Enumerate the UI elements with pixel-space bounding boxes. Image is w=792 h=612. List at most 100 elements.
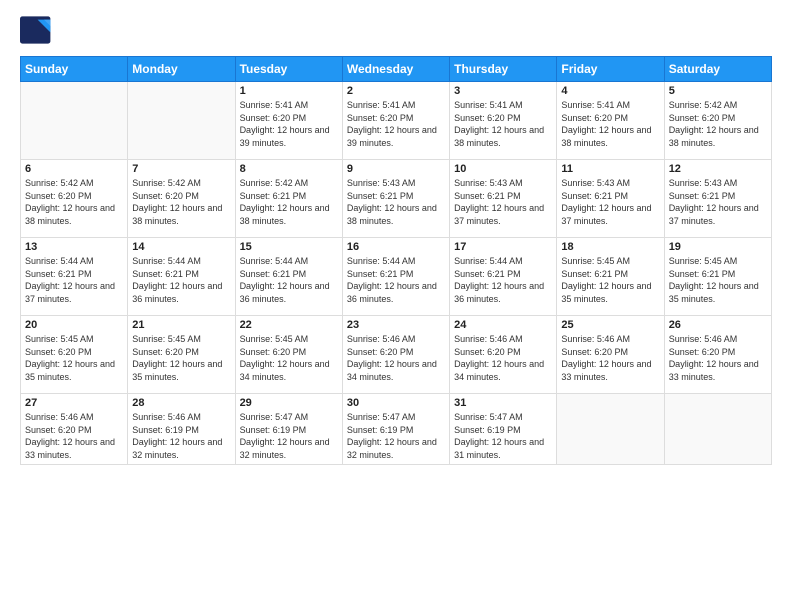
weekday-header: Wednesday bbox=[342, 57, 449, 82]
day-info: Sunrise: 5:41 AM Sunset: 6:20 PM Dayligh… bbox=[347, 99, 445, 149]
calendar-day-cell bbox=[664, 394, 771, 465]
calendar-day-cell: 4 Sunrise: 5:41 AM Sunset: 6:20 PM Daylig… bbox=[557, 82, 664, 160]
day-number: 8 bbox=[240, 163, 338, 175]
day-number: 1 bbox=[240, 85, 338, 97]
day-info: Sunrise: 5:44 AM Sunset: 6:21 PM Dayligh… bbox=[240, 255, 338, 305]
day-info: Sunrise: 5:46 AM Sunset: 6:20 PM Dayligh… bbox=[347, 333, 445, 383]
calendar-day-cell: 24 Sunrise: 5:46 AM Sunset: 6:20 PM Dayli… bbox=[450, 316, 557, 394]
page: SundayMondayTuesdayWednesdayThursdayFrid… bbox=[0, 0, 792, 612]
weekday-header: Sunday bbox=[21, 57, 128, 82]
day-number: 31 bbox=[454, 397, 552, 409]
day-info: Sunrise: 5:46 AM Sunset: 6:20 PM Dayligh… bbox=[25, 411, 123, 461]
calendar-day-cell: 26 Sunrise: 5:46 AM Sunset: 6:20 PM Dayli… bbox=[664, 316, 771, 394]
calendar-day-cell: 19 Sunrise: 5:45 AM Sunset: 6:21 PM Dayli… bbox=[664, 238, 771, 316]
calendar-table: SundayMondayTuesdayWednesdayThursdayFrid… bbox=[20, 56, 772, 465]
day-info: Sunrise: 5:44 AM Sunset: 6:21 PM Dayligh… bbox=[454, 255, 552, 305]
day-info: Sunrise: 5:43 AM Sunset: 6:21 PM Dayligh… bbox=[454, 177, 552, 227]
day-number: 15 bbox=[240, 241, 338, 253]
day-number: 10 bbox=[454, 163, 552, 175]
calendar-week-row: 13 Sunrise: 5:44 AM Sunset: 6:21 PM Dayli… bbox=[21, 238, 772, 316]
calendar-day-cell: 8 Sunrise: 5:42 AM Sunset: 6:21 PM Daylig… bbox=[235, 160, 342, 238]
day-number: 16 bbox=[347, 241, 445, 253]
day-info: Sunrise: 5:46 AM Sunset: 6:20 PM Dayligh… bbox=[561, 333, 659, 383]
day-number: 30 bbox=[347, 397, 445, 409]
header bbox=[20, 16, 772, 44]
day-number: 26 bbox=[669, 319, 767, 331]
day-info: Sunrise: 5:47 AM Sunset: 6:19 PM Dayligh… bbox=[454, 411, 552, 461]
calendar-day-cell: 14Sunrise: 5:44 AM Sunset: 6:21 PM Dayli… bbox=[128, 238, 235, 316]
calendar-day-cell: 21 Sunrise: 5:45 AM Sunset: 6:20 PM Dayli… bbox=[128, 316, 235, 394]
day-number: 19 bbox=[669, 241, 767, 253]
day-number: 5 bbox=[669, 85, 767, 97]
calendar-day-cell: 17 Sunrise: 5:44 AM Sunset: 6:21 PM Dayli… bbox=[450, 238, 557, 316]
day-info: Sunrise: 5:43 AM Sunset: 6:21 PM Dayligh… bbox=[669, 177, 767, 227]
day-info: Sunrise: 5:47 AM Sunset: 6:19 PM Dayligh… bbox=[240, 411, 338, 461]
calendar-day-cell: 1 Sunrise: 5:41 AM Sunset: 6:20 PM Daylig… bbox=[235, 82, 342, 160]
calendar-day-cell: 18Sunrise: 5:45 AM Sunset: 6:21 PM Dayli… bbox=[557, 238, 664, 316]
day-info: Sunrise: 5:42 AM Sunset: 6:21 PM Dayligh… bbox=[240, 177, 338, 227]
calendar-week-row: 20Sunrise: 5:45 AM Sunset: 6:20 PM Dayli… bbox=[21, 316, 772, 394]
day-info: Sunrise: 5:42 AM Sunset: 6:20 PM Dayligh… bbox=[25, 177, 123, 227]
calendar-day-cell: 6Sunrise: 5:42 AM Sunset: 6:20 PM Daylig… bbox=[21, 160, 128, 238]
day-info: Sunrise: 5:45 AM Sunset: 6:20 PM Dayligh… bbox=[240, 333, 338, 383]
day-number: 18 bbox=[561, 241, 659, 253]
calendar-day-cell: 13 Sunrise: 5:44 AM Sunset: 6:21 PM Dayli… bbox=[21, 238, 128, 316]
day-number: 2 bbox=[347, 85, 445, 97]
weekday-header: Monday bbox=[128, 57, 235, 82]
calendar-day-cell: 25 Sunrise: 5:46 AM Sunset: 6:20 PM Dayli… bbox=[557, 316, 664, 394]
day-number: 3 bbox=[454, 85, 552, 97]
calendar-day-cell: 16 Sunrise: 5:44 AM Sunset: 6:21 PM Dayli… bbox=[342, 238, 449, 316]
weekday-header: Saturday bbox=[664, 57, 771, 82]
logo-icon bbox=[20, 16, 52, 44]
day-info: Sunrise: 5:45 AM Sunset: 6:20 PM Dayligh… bbox=[132, 333, 230, 383]
weekday-header: Tuesday bbox=[235, 57, 342, 82]
day-number: 21 bbox=[132, 319, 230, 331]
calendar-day-cell: 7Sunrise: 5:42 AM Sunset: 6:20 PM Daylig… bbox=[128, 160, 235, 238]
day-number: 24 bbox=[454, 319, 552, 331]
day-info: Sunrise: 5:44 AM Sunset: 6:21 PM Dayligh… bbox=[132, 255, 230, 305]
calendar-day-cell bbox=[128, 82, 235, 160]
day-number: 25 bbox=[561, 319, 659, 331]
calendar-day-cell: 2 Sunrise: 5:41 AM Sunset: 6:20 PM Daylig… bbox=[342, 82, 449, 160]
day-number: 22 bbox=[240, 319, 338, 331]
day-number: 27 bbox=[25, 397, 123, 409]
day-number: 9 bbox=[347, 163, 445, 175]
day-number: 17 bbox=[454, 241, 552, 253]
day-info: Sunrise: 5:41 AM Sunset: 6:20 PM Dayligh… bbox=[240, 99, 338, 149]
day-info: Sunrise: 5:44 AM Sunset: 6:21 PM Dayligh… bbox=[347, 255, 445, 305]
logo bbox=[20, 16, 56, 44]
calendar-day-cell: 27 Sunrise: 5:46 AM Sunset: 6:20 PM Dayli… bbox=[21, 394, 128, 465]
day-number: 23 bbox=[347, 319, 445, 331]
day-info: Sunrise: 5:41 AM Sunset: 6:20 PM Dayligh… bbox=[561, 99, 659, 149]
day-info: Sunrise: 5:44 AM Sunset: 6:21 PM Dayligh… bbox=[25, 255, 123, 305]
weekday-header: Thursday bbox=[450, 57, 557, 82]
day-number: 13 bbox=[25, 241, 123, 253]
calendar-day-cell: 30 Sunrise: 5:47 AM Sunset: 6:19 PM Dayli… bbox=[342, 394, 449, 465]
day-info: Sunrise: 5:46 AM Sunset: 6:20 PM Dayligh… bbox=[669, 333, 767, 383]
day-info: Sunrise: 5:47 AM Sunset: 6:19 PM Dayligh… bbox=[347, 411, 445, 461]
day-number: 12 bbox=[669, 163, 767, 175]
calendar-day-cell: 31 Sunrise: 5:47 AM Sunset: 6:19 PM Dayli… bbox=[450, 394, 557, 465]
day-info: Sunrise: 5:42 AM Sunset: 6:20 PM Dayligh… bbox=[669, 99, 767, 149]
calendar-day-cell: 15 Sunrise: 5:44 AM Sunset: 6:21 PM Dayli… bbox=[235, 238, 342, 316]
day-info: Sunrise: 5:45 AM Sunset: 6:21 PM Dayligh… bbox=[669, 255, 767, 305]
calendar-day-cell bbox=[21, 82, 128, 160]
day-info: Sunrise: 5:43 AM Sunset: 6:21 PM Dayligh… bbox=[561, 177, 659, 227]
calendar-week-row: 27 Sunrise: 5:46 AM Sunset: 6:20 PM Dayli… bbox=[21, 394, 772, 465]
calendar-day-cell: 12 Sunrise: 5:43 AM Sunset: 6:21 PM Dayli… bbox=[664, 160, 771, 238]
calendar-day-cell: 23 Sunrise: 5:46 AM Sunset: 6:20 PM Dayli… bbox=[342, 316, 449, 394]
calendar-week-row: 1 Sunrise: 5:41 AM Sunset: 6:20 PM Daylig… bbox=[21, 82, 772, 160]
calendar-day-cell: 3 Sunrise: 5:41 AM Sunset: 6:20 PM Daylig… bbox=[450, 82, 557, 160]
weekday-header: Friday bbox=[557, 57, 664, 82]
calendar-day-cell: 28Sunrise: 5:46 AM Sunset: 6:19 PM Dayli… bbox=[128, 394, 235, 465]
day-number: 29 bbox=[240, 397, 338, 409]
day-number: 7 bbox=[132, 163, 230, 175]
calendar-week-row: 6Sunrise: 5:42 AM Sunset: 6:20 PM Daylig… bbox=[21, 160, 772, 238]
day-number: 28 bbox=[132, 397, 230, 409]
calendar-header-row: SundayMondayTuesdayWednesdayThursdayFrid… bbox=[21, 57, 772, 82]
day-number: 4 bbox=[561, 85, 659, 97]
day-info: Sunrise: 5:43 AM Sunset: 6:21 PM Dayligh… bbox=[347, 177, 445, 227]
day-info: Sunrise: 5:46 AM Sunset: 6:20 PM Dayligh… bbox=[454, 333, 552, 383]
calendar-day-cell: 11Sunrise: 5:43 AM Sunset: 6:21 PM Dayli… bbox=[557, 160, 664, 238]
day-info: Sunrise: 5:41 AM Sunset: 6:20 PM Dayligh… bbox=[454, 99, 552, 149]
